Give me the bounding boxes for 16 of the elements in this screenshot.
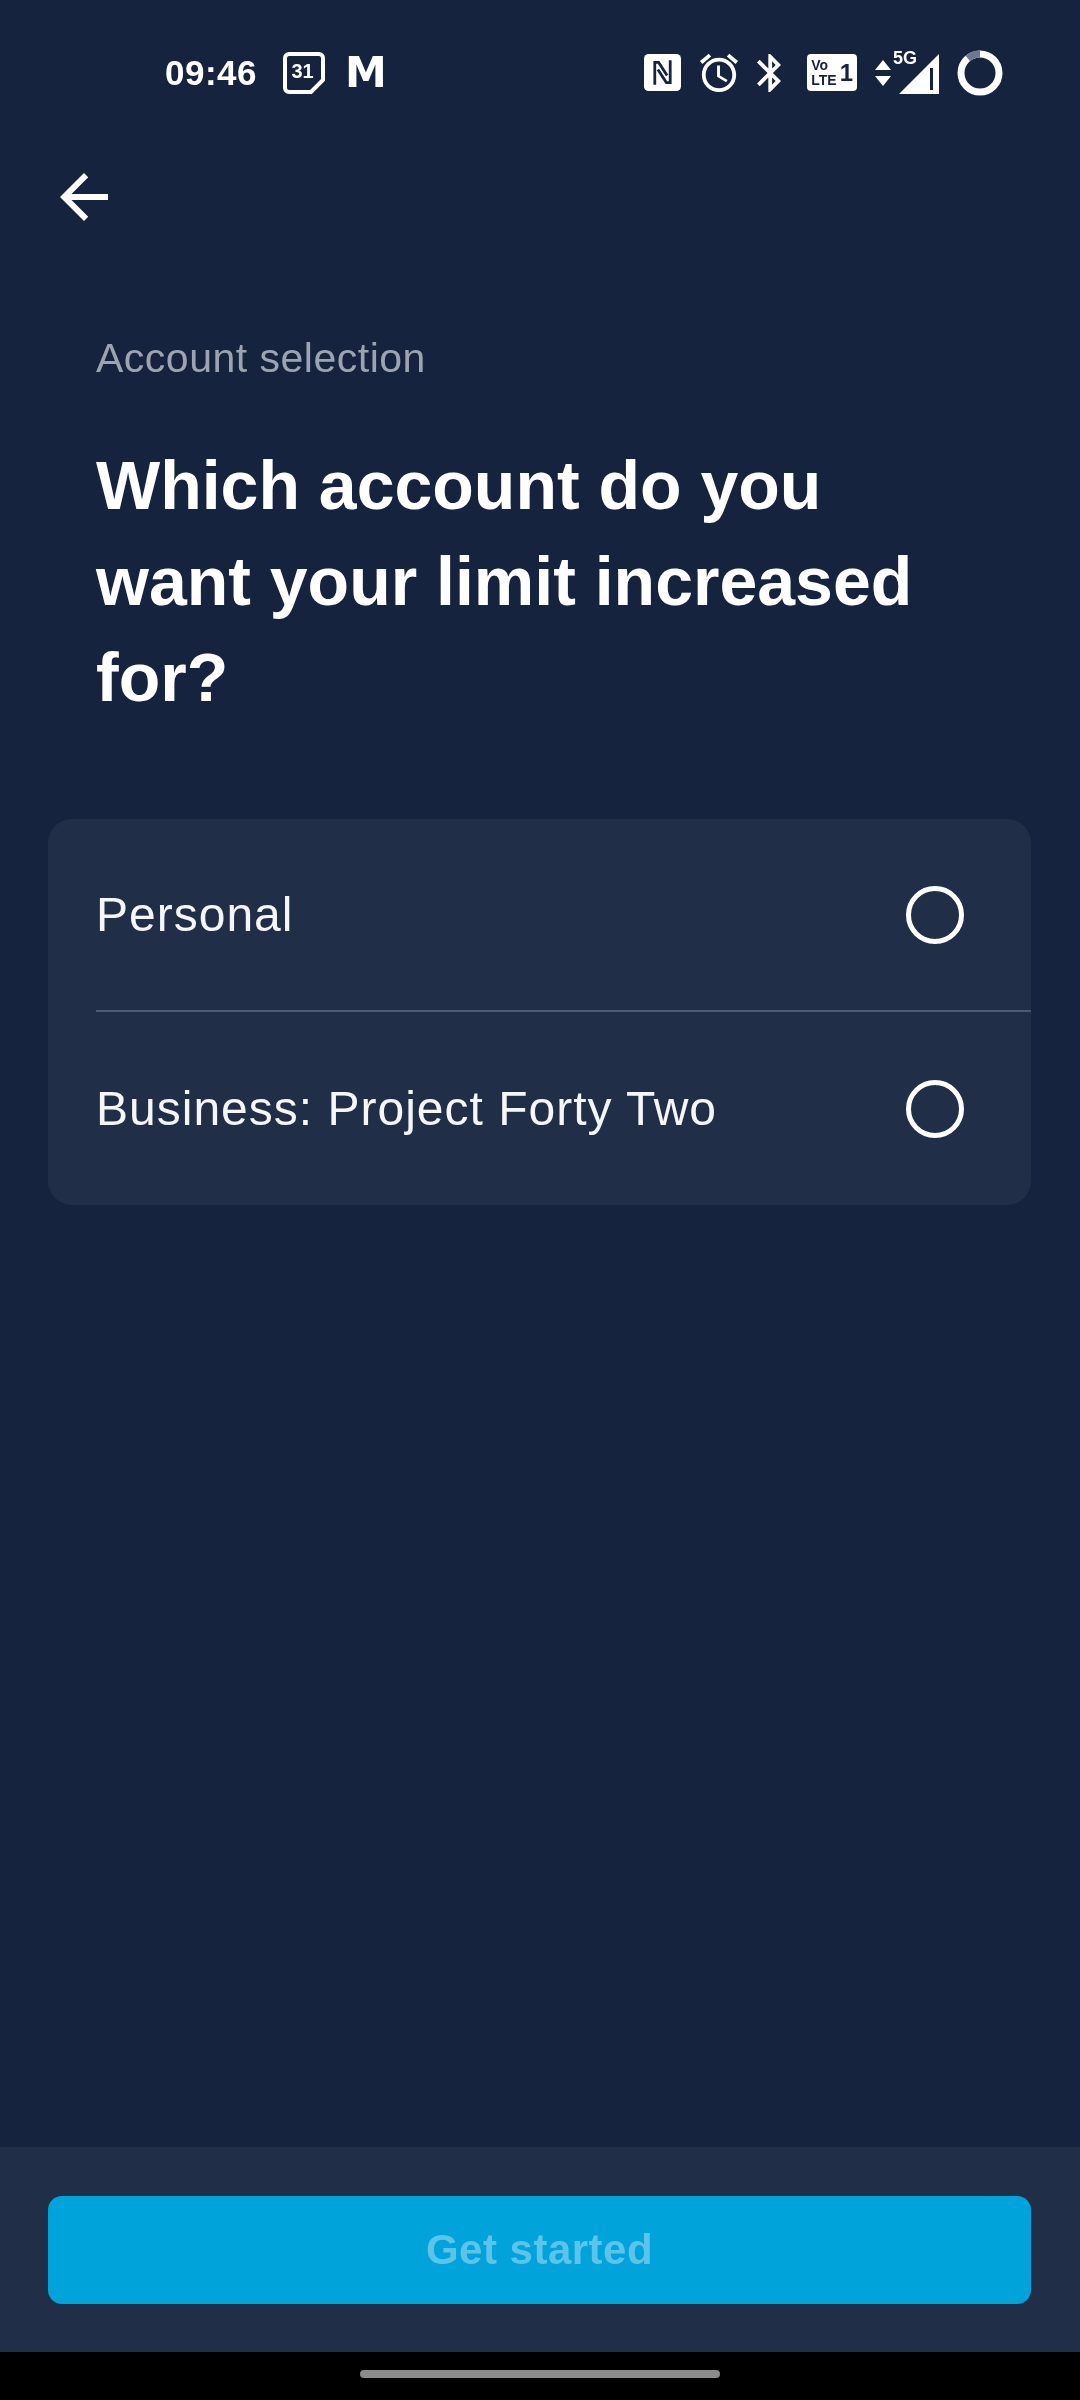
page-title: Which account do you want your limit increased for?: [96, 446, 914, 717]
radio-button[interactable]: [906, 885, 964, 944]
calendar-logo: 31: [283, 51, 326, 94]
nfc-icon: [644, 54, 682, 91]
battery-ring-icon: [957, 49, 1003, 96]
section-label: Account selection: [96, 334, 427, 383]
network-type-label: 5G: [893, 47, 917, 68]
alarm-icon: [699, 52, 740, 93]
account-name: Business: Project Forty Two: [96, 1080, 717, 1137]
back-arrow-icon: [60, 173, 108, 221]
data-arrows-icon: [875, 59, 891, 86]
account-name: Personal: [96, 886, 294, 943]
radio-button[interactable]: [906, 1079, 964, 1138]
m-logo: M: [345, 52, 387, 93]
bluetooth-icon: [757, 53, 782, 92]
status-time: 09:46: [165, 51, 258, 94]
